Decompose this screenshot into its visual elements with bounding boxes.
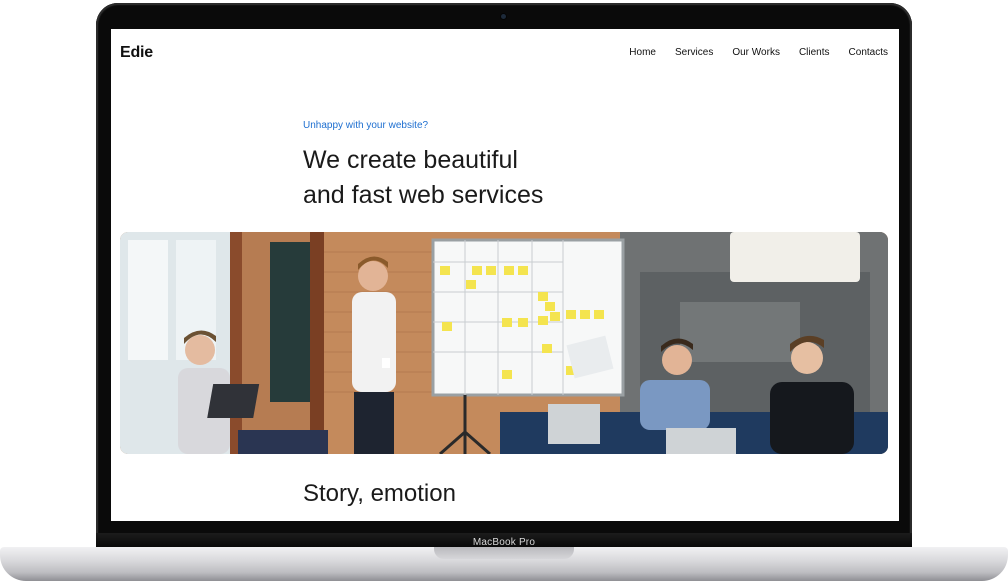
hero-photo xyxy=(120,232,888,454)
nav-our-works[interactable]: Our Works xyxy=(732,47,780,58)
laptop-base xyxy=(0,547,1008,581)
nav-home[interactable]: Home xyxy=(629,47,656,58)
nav-contacts[interactable]: Contacts xyxy=(849,47,888,58)
headline-line-1: We create beautiful xyxy=(303,146,518,174)
nav-services[interactable]: Services xyxy=(675,47,713,58)
hero-eyebrow: Unhappy with your website? xyxy=(303,120,429,131)
nav-clients[interactable]: Clients xyxy=(799,47,830,58)
hero-headline: We create beautiful and fast web service… xyxy=(303,143,543,213)
trackpad-notch xyxy=(434,547,574,559)
headline-line-2: and fast web services xyxy=(303,181,544,209)
device-model-label: MacBook Pro xyxy=(472,537,536,548)
website-screen: Edie Home Services Our Works Clients Con… xyxy=(111,29,899,521)
site-logo[interactable]: Edie xyxy=(120,44,153,62)
section-title: Story, emotion xyxy=(303,480,456,507)
camera-icon xyxy=(501,14,506,19)
main-nav: Home Services Our Works Clients Contacts xyxy=(629,47,888,58)
team-meeting-photo xyxy=(120,232,888,454)
